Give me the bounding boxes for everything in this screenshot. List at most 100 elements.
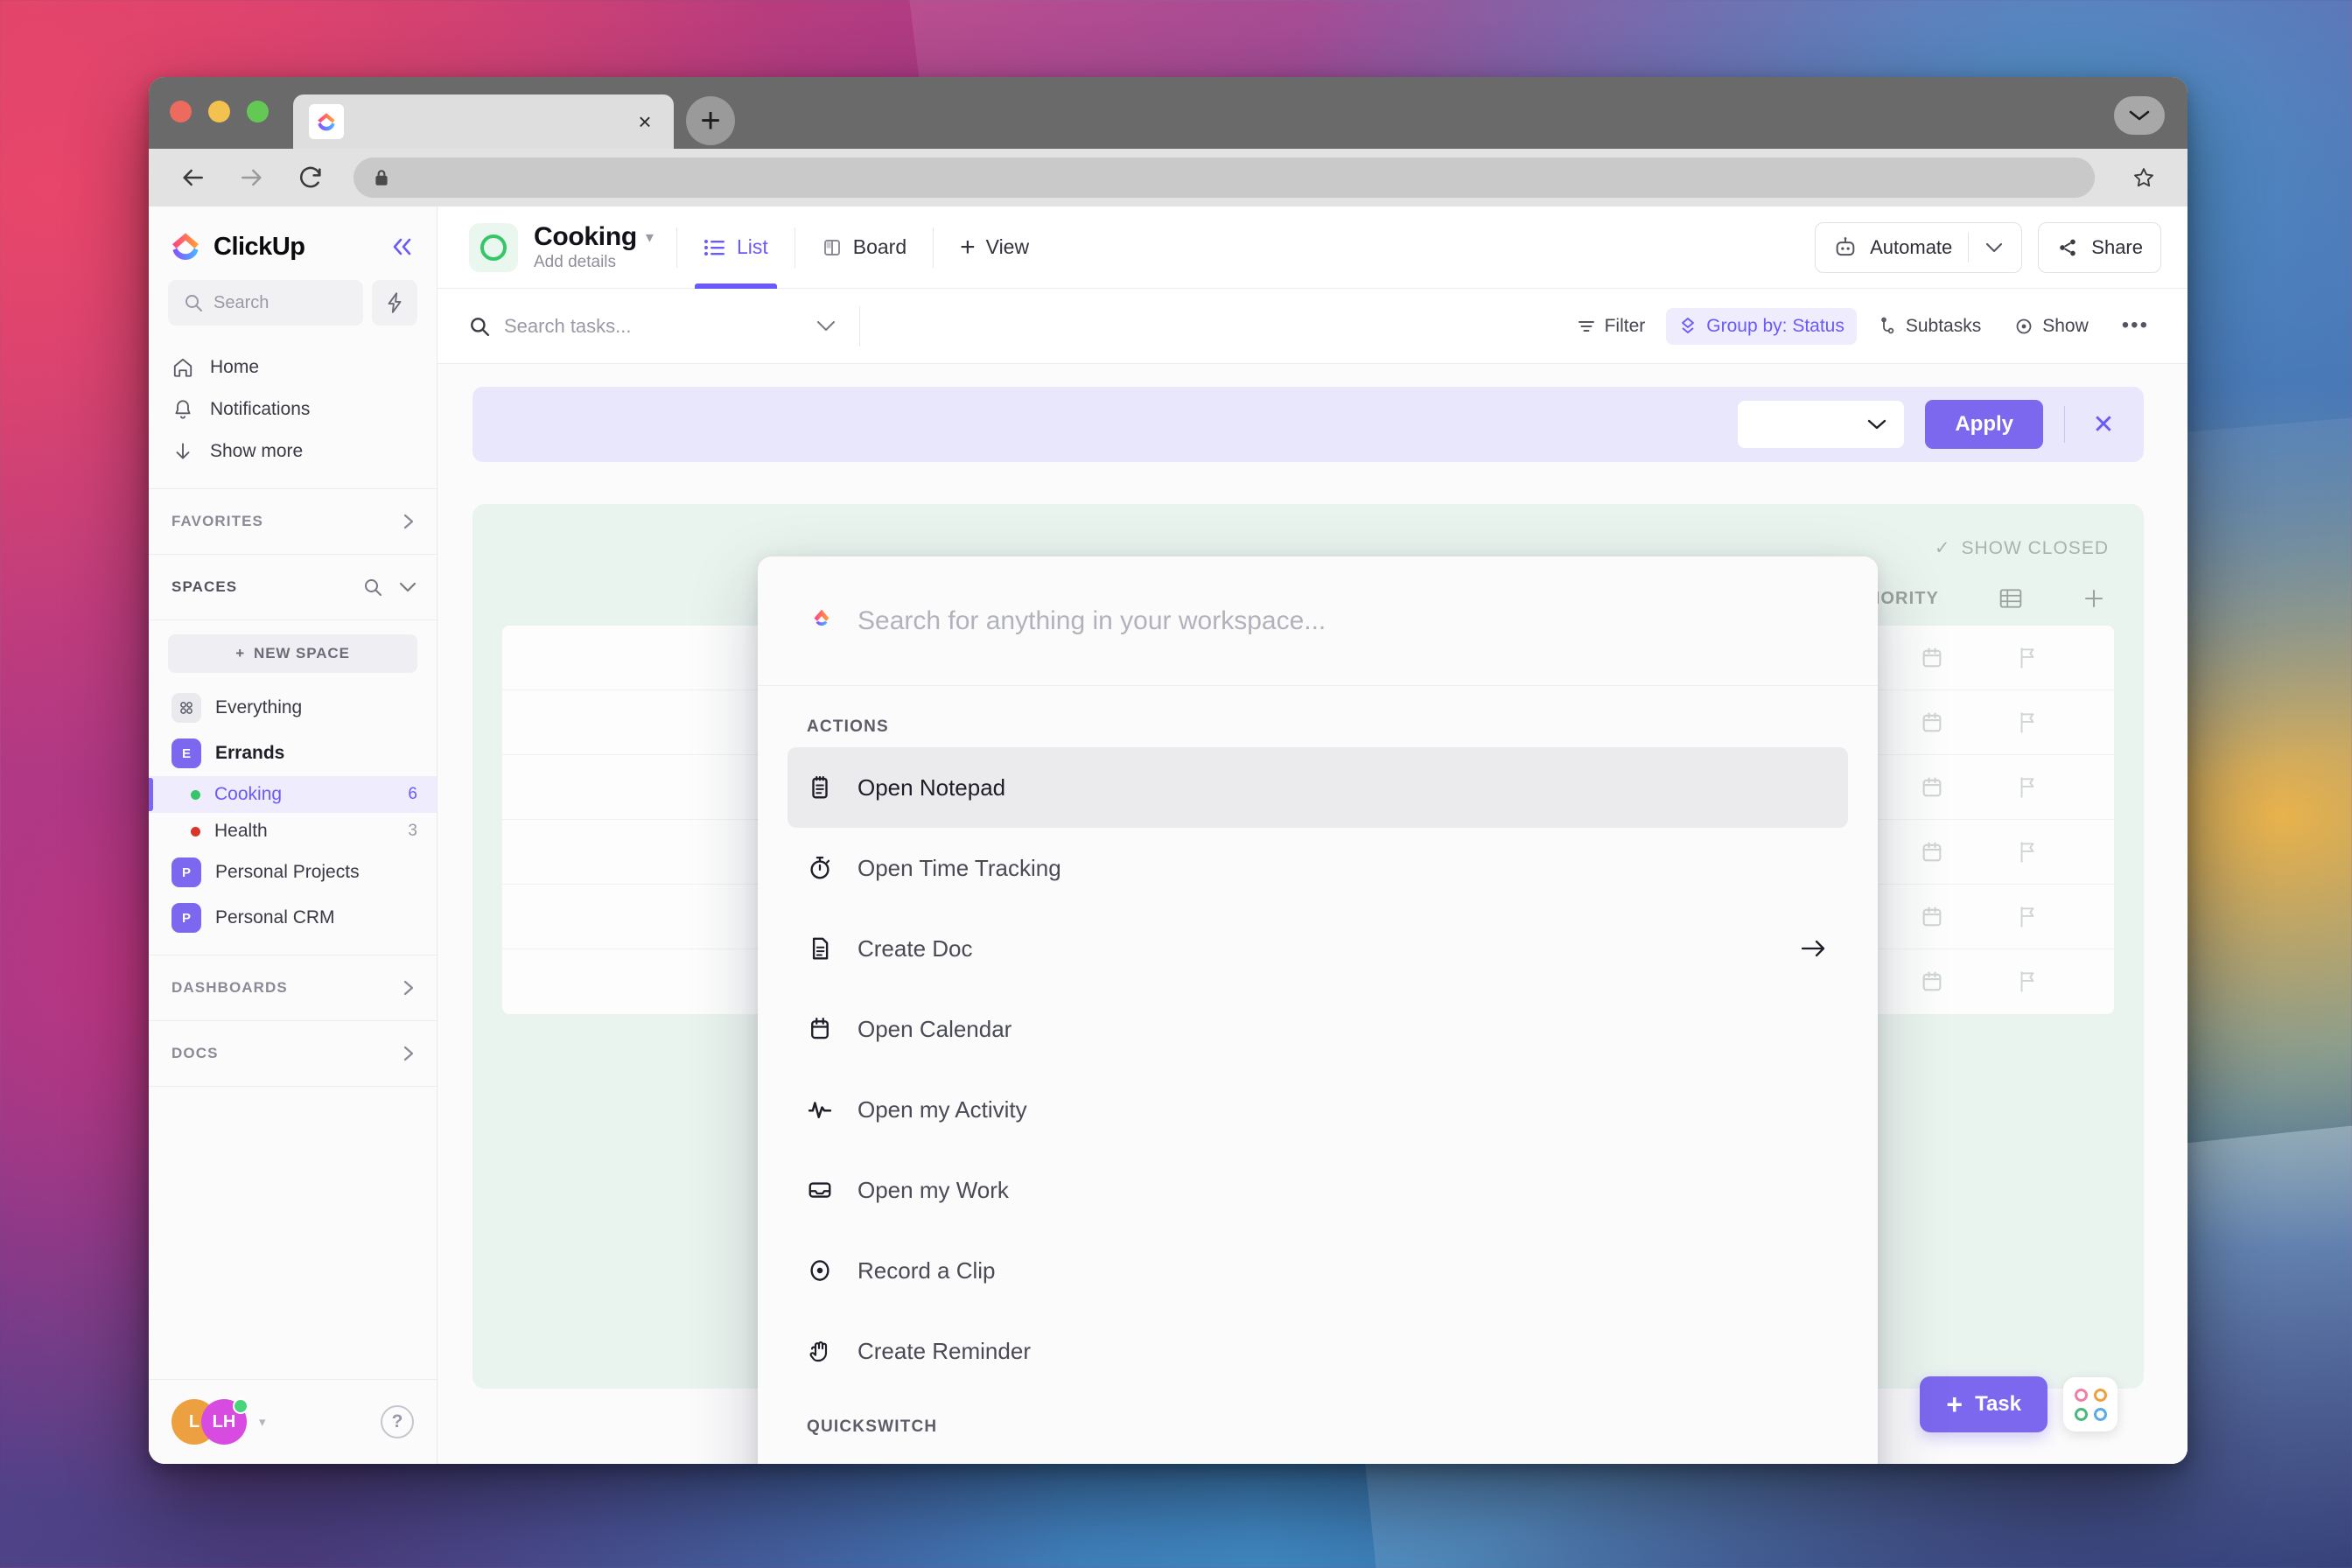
subtasks-button[interactable]: Subtasks [1866, 308, 1993, 345]
sidebar-item-personal-crm[interactable]: P Personal CRM [149, 895, 437, 941]
star-icon[interactable] [2126, 160, 2161, 195]
arrow-down-icon [172, 440, 194, 463]
add-column-button[interactable] [2082, 587, 2105, 610]
action-open-calendar[interactable]: Open Calendar [788, 989, 1848, 1069]
action-open-my-activity[interactable]: Open my Activity [788, 1069, 1848, 1150]
chevron-right-icon[interactable] [400, 978, 417, 998]
avatar[interactable]: LH [201, 1398, 248, 1445]
action-open-time-tracking[interactable]: Open Time Tracking [788, 828, 1848, 908]
apps-grid-icon[interactable] [2063, 1377, 2118, 1432]
address-bar-input[interactable] [354, 158, 2095, 198]
search-icon [184, 293, 203, 312]
minimize-window-button[interactable] [208, 100, 230, 122]
modal-search-row[interactable]: Search for anything in your workspace... [758, 556, 1878, 686]
group-by-button[interactable]: Group by: Status [1666, 307, 1857, 345]
close-window-button[interactable] [170, 100, 192, 122]
brand-name: ClickUp [214, 232, 305, 261]
new-space-label: NEW SPACE [254, 645, 350, 662]
automate-button[interactable]: Automate [1815, 221, 2023, 273]
apply-button[interactable]: Apply [1925, 400, 2043, 449]
action-create-reminder[interactable]: Create Reminder [788, 1311, 1848, 1391]
modal-search-input[interactable]: Search for anything in your workspace... [858, 606, 1326, 636]
arrow-right-icon[interactable] [1799, 937, 1829, 960]
browser-tab[interactable]: × [293, 94, 674, 149]
title-block: Cooking ▾ Add details [534, 222, 654, 272]
sidebar-section-docs[interactable]: DOCS [149, 1021, 437, 1087]
lightning-bolt-icon[interactable] [372, 280, 417, 326]
sidebar-item-everything[interactable]: Everything [149, 685, 437, 731]
docs-label: DOCS [172, 1045, 219, 1061]
close-filter-button[interactable]: ✕ [2086, 410, 2121, 440]
app-dot-blue [2093, 1407, 2107, 1421]
help-button[interactable]: ? [381, 1405, 414, 1438]
calendar-icon [1920, 840, 1944, 864]
search-placeholder: Search [214, 292, 270, 312]
spaces-label: SPACES [172, 578, 238, 595]
add-task-button[interactable]: + Task [1920, 1376, 2048, 1432]
chevron-right-icon[interactable] [400, 1044, 417, 1063]
avatar-group[interactable]: L LH ▾ [172, 1398, 266, 1445]
divider [933, 227, 934, 268]
new-tab-button[interactable]: + [686, 96, 735, 145]
filter-button[interactable]: Filter [1564, 308, 1658, 345]
filter-value-select[interactable] [1738, 401, 1905, 448]
chevron-right-icon[interactable] [400, 512, 417, 531]
more-icon: ••• [2121, 313, 2149, 338]
more-options-button[interactable]: ••• [2110, 311, 2161, 341]
search-input[interactable]: Search [168, 280, 363, 326]
divider [794, 227, 795, 268]
divider [1968, 232, 1970, 262]
tab-board[interactable]: Board [818, 206, 910, 289]
sidebar-item-home[interactable]: Home [149, 346, 437, 388]
action-create-doc[interactable]: Create Doc [788, 908, 1848, 989]
show-button[interactable]: Show [2002, 308, 2101, 345]
action-record-a-clip[interactable]: Record a Clip [788, 1230, 1848, 1311]
search-icon [469, 316, 490, 337]
sidebar-item-notifications[interactable]: Notifications [149, 388, 437, 430]
chevron-down-icon[interactable] [816, 319, 836, 332]
doc-icon [807, 935, 833, 962]
sidebar-header: ClickUp [149, 206, 437, 280]
maximize-window-button[interactable] [247, 100, 269, 122]
share-icon [2056, 236, 2079, 259]
close-tab-button[interactable]: × [630, 107, 660, 136]
sidebar-item-errands[interactable]: E Errands [149, 731, 437, 776]
share-button[interactable]: Share [2038, 221, 2161, 273]
green-circle-icon [469, 222, 518, 272]
add-details-link[interactable]: Add details [534, 253, 654, 272]
add-view-button[interactable]: + View [956, 206, 1032, 289]
flag-icon [2016, 710, 2039, 735]
sidebar-section-spaces[interactable]: SPACES [149, 555, 437, 620]
tab-list[interactable]: List [694, 206, 777, 289]
reload-icon[interactable] [294, 160, 329, 195]
sidebar-item-show-more[interactable]: Show more [149, 430, 437, 472]
show-closed-toggle[interactable]: ✓ SHOW CLOSED [1935, 537, 2109, 559]
add-task-label: Task [1975, 1392, 2021, 1416]
chevron-down-icon[interactable] [2114, 96, 2165, 135]
calendar-icon [1920, 646, 1944, 670]
action-open-my-work[interactable]: Open my Work [788, 1150, 1848, 1230]
subtasks-icon [1878, 317, 1897, 336]
sidebar-item-personal-projects[interactable]: P Personal Projects [149, 850, 437, 895]
group-by-label: Group by: Status [1706, 315, 1844, 336]
avatar-caret-icon[interactable]: ▾ [259, 1414, 266, 1430]
sidebar-item-cooking[interactable]: Cooking 6 [149, 776, 437, 813]
brand[interactable]: ClickUp [168, 229, 305, 264]
action-label: Create Doc [858, 934, 973, 962]
action-open-notepad[interactable]: Open Notepad [788, 747, 1848, 828]
share-label: Share [2091, 235, 2143, 258]
chevron-down-icon[interactable] [398, 580, 417, 594]
sidebar-section-dashboards[interactable]: DASHBOARDS [149, 956, 437, 1021]
title-caret-icon[interactable]: ▾ [646, 228, 654, 247]
table-icon[interactable] [1998, 587, 2023, 610]
tab-label: View [985, 235, 1030, 258]
sidebar-section-favorites[interactable]: FAVORITES [149, 489, 437, 555]
sidebar-item-health[interactable]: Health 3 [149, 813, 437, 850]
sidebar-collapse-button[interactable] [388, 235, 417, 258]
spaces-search-icon[interactable] [363, 578, 382, 597]
automate-label: Automate [1870, 235, 1953, 258]
task-search-input[interactable]: Search tasks... [469, 315, 836, 338]
chevron-down-icon[interactable] [1984, 242, 2004, 254]
new-space-button[interactable]: + NEW SPACE [168, 634, 417, 673]
back-arrow-icon[interactable] [175, 160, 210, 195]
